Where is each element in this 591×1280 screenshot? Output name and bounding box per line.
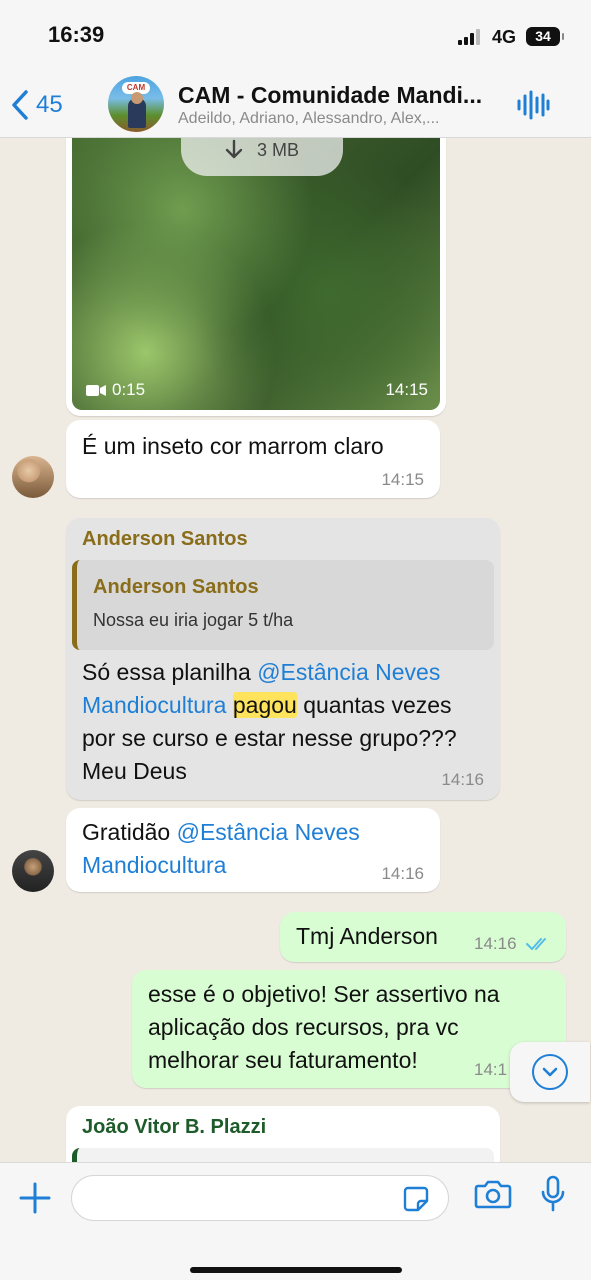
- signal-icon: [458, 29, 484, 45]
- sticker-icon: [403, 1186, 429, 1212]
- message-bubble-selected[interactable]: Anderson Santos Anderson Santos Nossa eu…: [66, 518, 500, 800]
- chevron-down-icon: [542, 1067, 558, 1077]
- sender-avatar[interactable]: [12, 850, 54, 892]
- group-avatar[interactable]: CAM: [108, 76, 164, 132]
- microphone-button[interactable]: [540, 1175, 566, 1218]
- plus-icon: [19, 1182, 51, 1214]
- outgoing-message[interactable]: Tmj Anderson 14:16: [280, 912, 566, 962]
- group-title[interactable]: CAM - Comunidade Mandi...: [178, 82, 482, 109]
- camera-button[interactable]: [474, 1179, 512, 1214]
- quoted-message[interactable]: [72, 1148, 494, 1162]
- sender-avatar[interactable]: [12, 456, 54, 498]
- quote-text: Nossa eu iria jogar 5 t/ha: [93, 610, 294, 630]
- unread-count: 45: [36, 91, 63, 118]
- chat-header: 45 CAM CAM - Comunidade Mandi... Adeildo…: [0, 72, 591, 138]
- network-type: 4G: [492, 27, 517, 47]
- search-highlight: pagou: [232, 692, 297, 718]
- input-bar: [0, 1162, 591, 1280]
- message-bubble[interactable]: João Vitor B. Plazzi: [66, 1106, 500, 1162]
- video-duration: 0:15: [86, 380, 145, 400]
- double-check-icon: [526, 938, 546, 950]
- home-indicator: [190, 1267, 402, 1273]
- scroll-down-button[interactable]: [510, 1042, 590, 1102]
- sender-name[interactable]: Anderson Santos: [82, 528, 248, 551]
- battery-icon: 34: [526, 27, 564, 46]
- message-bubble[interactable]: Gratidão @Estância Neves Mandiocultura 1…: [66, 808, 440, 892]
- group-members[interactable]: Adeildo, Adriano, Alessandro, Alex,...: [178, 110, 440, 128]
- message-time: 14:16: [474, 934, 517, 953]
- video-thumbnail[interactable]: 3 MB 0:15 14:15: [72, 138, 440, 410]
- message-text: Gratidão @Estância Neves Mandiocultura: [82, 819, 360, 878]
- sticker-button[interactable]: [402, 1185, 430, 1218]
- message-time: 14:16: [381, 864, 424, 883]
- sender-name[interactable]: João Vitor B. Plazzi: [82, 1116, 266, 1139]
- download-button[interactable]: 3 MB: [181, 138, 343, 176]
- audio-call-button[interactable]: [516, 90, 550, 125]
- outgoing-message[interactable]: esse é o objetivo! Ser assertivo na apli…: [132, 970, 566, 1088]
- camera-icon: [474, 1180, 512, 1209]
- audio-wave-icon: [517, 90, 550, 120]
- microphone-icon: [541, 1175, 565, 1212]
- video-size: 3 MB: [256, 139, 299, 160]
- chat-area[interactable]: 3 MB 0:15 14:15 É um inseto cor marrom c…: [0, 138, 591, 1162]
- quoted-message[interactable]: Anderson Santos Nossa eu iria jogar 5 t/…: [72, 560, 494, 650]
- video-message[interactable]: 3 MB 0:15 14:15: [66, 138, 446, 416]
- quote-sender: Anderson Santos: [93, 576, 259, 598]
- message-time: 14:16: [441, 770, 484, 789]
- video-time: 14:15: [385, 380, 428, 399]
- status-bar: 16:39 4G 34: [0, 0, 591, 72]
- chevron-left-icon: [12, 90, 28, 120]
- message-time: 14:1: [474, 1060, 508, 1079]
- message-time: 14:15: [381, 470, 424, 489]
- message-input[interactable]: [71, 1175, 449, 1221]
- message-text: Tmj Anderson: [296, 923, 438, 949]
- attach-button[interactable]: [18, 1181, 52, 1220]
- message-bubble[interactable]: É um inseto cor marrom claro 14:15: [66, 420, 440, 498]
- message-text: Só essa planilha @Estância Neves Mandioc…: [82, 659, 457, 784]
- status-time: 16:39: [48, 22, 105, 47]
- back-button[interactable]: 45: [10, 86, 63, 124]
- message-text: É um inseto cor marrom claro: [82, 433, 384, 459]
- download-icon: [225, 139, 243, 159]
- video-camera-icon: [86, 384, 106, 396]
